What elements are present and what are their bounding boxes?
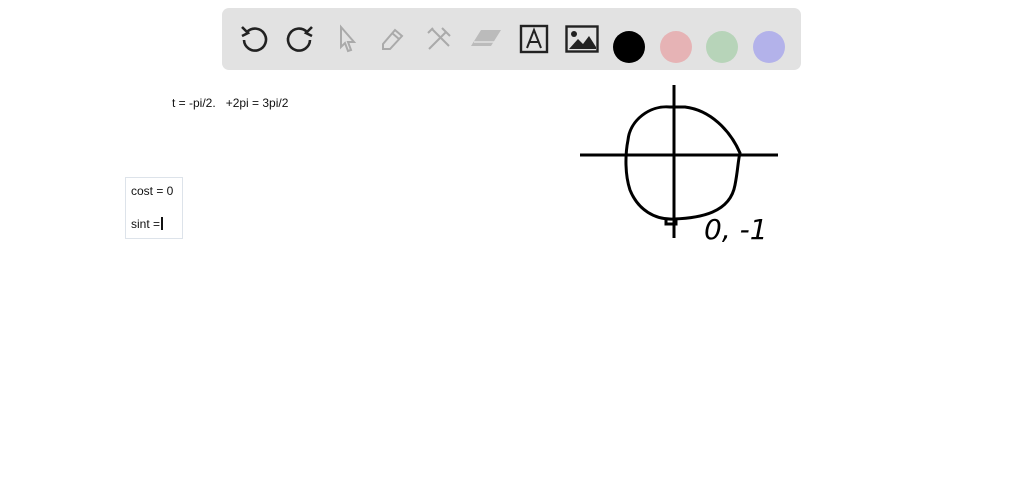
color-black-swatch[interactable]: [613, 31, 645, 63]
color-pink-swatch[interactable]: [660, 31, 692, 63]
sin-label: sint =: [131, 217, 161, 231]
color-green-swatch[interactable]: [706, 31, 738, 63]
color-purple-swatch[interactable]: [753, 31, 785, 63]
eraser-tool-button[interactable]: [468, 21, 504, 57]
image-icon: [565, 25, 599, 53]
drawing-toolbar: [222, 8, 801, 70]
unit-circle-sketch: 0, -1: [580, 85, 778, 246]
equation-text[interactable]: t = -pi/2. +2pi = 3pi/2: [172, 96, 288, 110]
tools-icon: [427, 27, 451, 50]
image-tool-button[interactable]: [564, 21, 600, 57]
text-icon: [519, 24, 549, 54]
undo-icon: [241, 26, 268, 52]
text-box[interactable]: cost = 0 sint =: [125, 177, 183, 239]
pen-tool-button[interactable]: [374, 21, 410, 57]
undo-button[interactable]: [236, 21, 272, 57]
select-arrow-icon: [340, 24, 357, 53]
tools-button[interactable]: [421, 21, 457, 57]
sin-text: sint =: [131, 217, 164, 231]
text-tool-button[interactable]: [516, 21, 552, 57]
select-tool-button[interactable]: [329, 21, 365, 57]
eraser-icon: [471, 30, 501, 46]
pen-icon: [382, 28, 404, 50]
point-coordinate-label: 0, -1: [704, 213, 768, 246]
cos-text: cost = 0: [131, 184, 174, 198]
redo-icon: [286, 26, 313, 52]
text-caret: [161, 217, 164, 230]
circle-stroke: [624, 105, 742, 221]
redo-button[interactable]: [282, 21, 318, 57]
